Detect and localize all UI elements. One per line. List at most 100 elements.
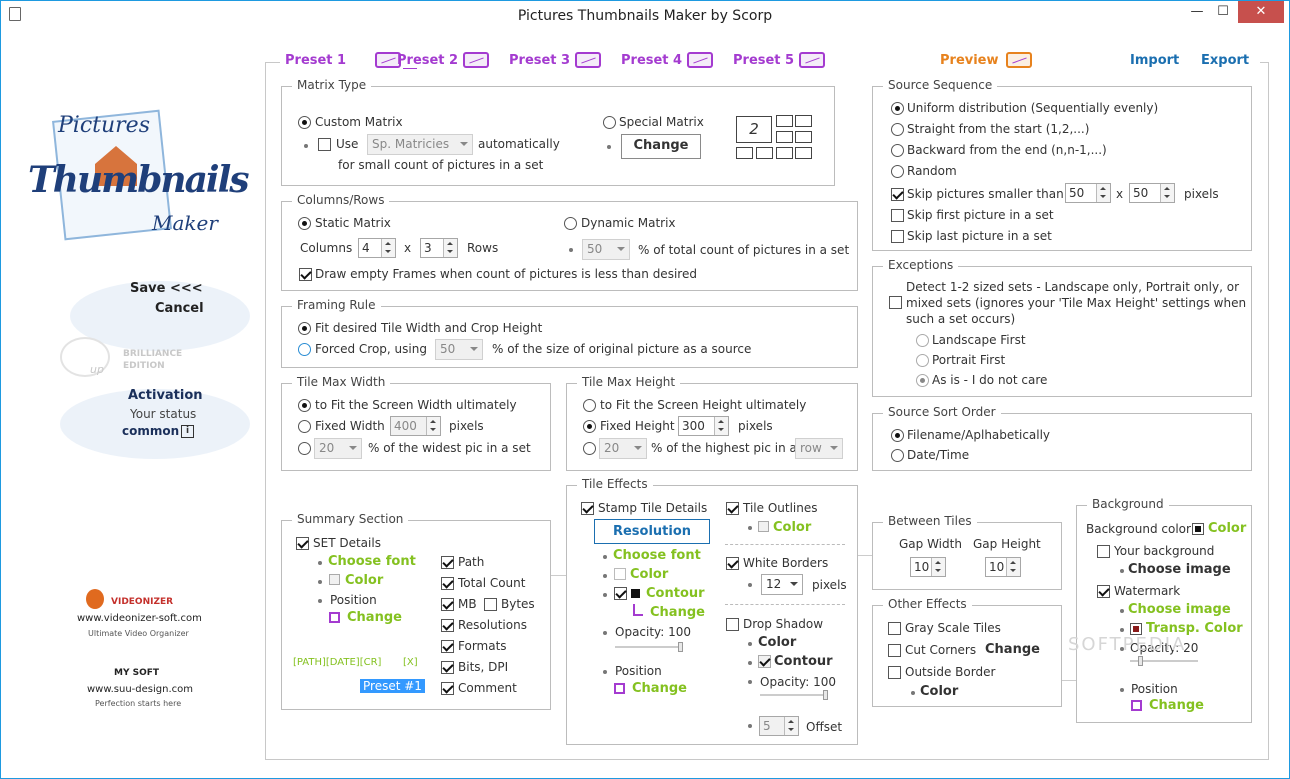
mysoft-link[interactable]: www.suu-design.com <box>87 684 193 695</box>
rows-stepper[interactable]: 3 <box>420 238 458 258</box>
contour-edit-icon[interactable] <box>633 604 643 616</box>
draw-empty-frames-checkbox[interactable] <box>299 268 312 281</box>
tab-export[interactable]: Export <box>1201 53 1249 68</box>
as-is-radio[interactable] <box>916 374 929 387</box>
shadow-offset-stepper[interactable]: 5 <box>759 716 799 736</box>
special-matrix-radio[interactable] <box>603 116 616 129</box>
fit-tile-width-radio[interactable] <box>298 322 311 335</box>
watermark-checkbox[interactable] <box>1097 585 1110 598</box>
resolutions-checkbox[interactable] <box>441 619 454 632</box>
tag-x[interactable]: [X] <box>403 657 418 668</box>
position-edit-icon[interactable] <box>329 612 340 623</box>
formats-checkbox[interactable] <box>441 640 454 653</box>
color-link[interactable]: Color <box>630 567 668 582</box>
use-sp-matrix-checkbox[interactable] <box>318 138 331 151</box>
watermark-choose-image[interactable]: Choose image <box>1128 602 1231 617</box>
minimize-button[interactable]: — <box>1184 1 1210 23</box>
contour-color-swatch[interactable] <box>631 589 640 598</box>
path-checkbox[interactable] <box>441 556 454 569</box>
choose-font-link[interactable]: Choose font <box>328 554 416 569</box>
cancel-link[interactable]: Cancel <box>155 301 204 316</box>
static-matrix-radio[interactable] <box>298 217 311 230</box>
drop-shadow-checkbox[interactable] <box>726 618 739 631</box>
shadow-contour-checkbox[interactable] <box>758 655 771 668</box>
white-borders-checkbox[interactable] <box>726 557 739 570</box>
comment-checkbox[interactable] <box>441 682 454 695</box>
preset-name-selection[interactable]: Preset #1 <box>360 679 425 693</box>
gap-width-stepper[interactable]: 10 <box>910 557 946 577</box>
uniform-radio[interactable] <box>891 102 904 115</box>
skip-first-checkbox[interactable] <box>891 209 904 222</box>
forced-crop-select[interactable]: 50 <box>435 339 483 360</box>
tile-outlines-checkbox[interactable] <box>726 502 739 515</box>
shadow-color-label[interactable]: Color <box>758 635 796 650</box>
matrix-preview-main[interactable]: 2 <box>736 116 772 143</box>
preset-5-edit-icon[interactable] <box>799 52 825 68</box>
bytes-checkbox[interactable] <box>484 598 497 611</box>
date-sort-radio[interactable] <box>891 449 904 462</box>
mb-checkbox[interactable] <box>441 598 454 611</box>
your-background-checkbox[interactable] <box>1097 545 1110 558</box>
skip-last-checkbox[interactable] <box>891 230 904 243</box>
tab-preview[interactable]: Preview <box>940 53 999 68</box>
preset-3-edit-icon[interactable] <box>575 52 601 68</box>
change-matrix-button[interactable]: Change <box>621 134 701 159</box>
preview-icon[interactable] <box>1006 52 1032 68</box>
contour-change-link[interactable]: Change <box>650 605 705 620</box>
opacity-slider[interactable] <box>615 642 683 652</box>
bits-dpi-checkbox[interactable] <box>441 661 454 674</box>
outside-border-color[interactable]: Color <box>920 684 958 699</box>
dynamic-matrix-radio[interactable] <box>564 217 577 230</box>
videonizer-link[interactable]: www.videonizer-soft.com <box>77 613 202 624</box>
white-borders-select[interactable]: 12 <box>761 574 803 595</box>
set-details-checkbox[interactable] <box>296 537 309 550</box>
color-link[interactable]: Color <box>345 573 383 588</box>
position-change-link[interactable]: Change <box>632 681 687 696</box>
preset-4-edit-icon[interactable] <box>687 52 713 68</box>
background-color-link[interactable]: Color <box>1208 521 1246 536</box>
min-width-stepper[interactable]: 50 <box>1065 183 1111 203</box>
fixed-height-radio[interactable] <box>583 420 596 433</box>
outline-color-link[interactable]: Color <box>773 520 811 535</box>
fit-screen-width-radio[interactable] <box>298 399 311 412</box>
columns-stepper[interactable]: 4 <box>358 238 396 258</box>
fixed-width-stepper[interactable]: 400 <box>390 416 441 436</box>
landscape-first-radio[interactable] <box>916 334 929 347</box>
watermark-opacity-slider[interactable] <box>1130 656 1198 666</box>
background-color-swatch[interactable] <box>1192 523 1204 535</box>
cut-corners-change[interactable]: Change <box>985 642 1040 657</box>
fixed-width-radio[interactable] <box>298 420 311 433</box>
straight-radio[interactable] <box>891 123 904 136</box>
save-link[interactable]: Save <<< <box>130 281 203 296</box>
contour-link[interactable]: Contour <box>646 586 705 601</box>
tab-import[interactable]: Import <box>1130 53 1179 68</box>
dynamic-percent-select[interactable]: 50 <box>582 239 630 260</box>
percent-highest-radio[interactable] <box>583 442 596 455</box>
tab-preset-1[interactable]: Preset 1 <box>285 53 346 68</box>
tag-placeholders[interactable]: [PATH][DATE][CR] <box>293 657 381 668</box>
activation-link[interactable]: Activation <box>128 388 203 403</box>
resolution-button[interactable]: Resolution <box>594 519 710 544</box>
color-checkbox[interactable] <box>329 574 340 585</box>
total-count-checkbox[interactable] <box>441 577 454 590</box>
watermark-position-change[interactable]: Change <box>1149 698 1204 713</box>
outside-border-checkbox[interactable] <box>888 666 901 679</box>
filename-sort-radio[interactable] <box>891 429 904 442</box>
position-edit-icon[interactable] <box>614 683 625 694</box>
close-button[interactable]: ✕ <box>1238 1 1284 23</box>
info-icon[interactable]: i <box>181 425 194 438</box>
shadow-opacity-slider[interactable] <box>760 690 828 700</box>
gap-height-stepper[interactable]: 10 <box>985 557 1021 577</box>
outline-color-checkbox[interactable] <box>758 521 769 532</box>
forced-crop-radio[interactable] <box>298 343 311 356</box>
maximize-button[interactable]: ☐ <box>1210 1 1236 23</box>
position-change-link[interactable]: Change <box>347 610 402 625</box>
random-radio[interactable] <box>891 165 904 178</box>
custom-matrix-radio[interactable] <box>298 116 311 129</box>
sp-matricies-select[interactable]: Sp. Matricies <box>367 134 473 155</box>
choose-font-link[interactable]: Choose font <box>613 548 701 563</box>
background-choose-image[interactable]: Choose image <box>1128 562 1231 577</box>
watermark-position-edit-icon[interactable] <box>1131 700 1142 711</box>
cut-corners-checkbox[interactable] <box>888 644 901 657</box>
portrait-first-radio[interactable] <box>916 354 929 367</box>
